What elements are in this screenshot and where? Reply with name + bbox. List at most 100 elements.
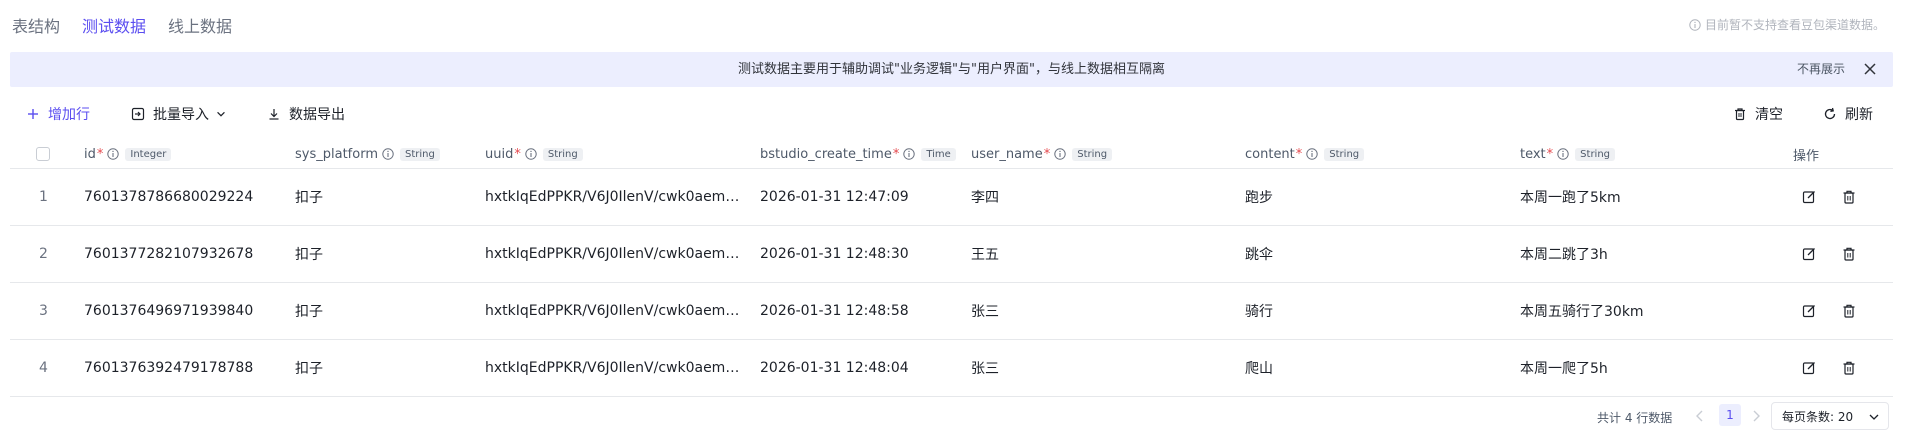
cell-uuid[interactable]: hxtkIqEdPPKR/V6J0IlenV/cwk0aem3… bbox=[485, 226, 740, 282]
cell-content[interactable]: 跑步 bbox=[1245, 169, 1273, 225]
bulk-import-button[interactable]: 批量导入 bbox=[131, 102, 227, 126]
next-page-icon[interactable] bbox=[1748, 408, 1764, 424]
column-header-content: content * String bbox=[1245, 140, 1365, 168]
column-name: text bbox=[1520, 146, 1546, 162]
column-header-text: text * String bbox=[1520, 140, 1616, 168]
tab-bar: 表结构 测试数据 线上数据 bbox=[12, 12, 232, 38]
tab-table-structure[interactable]: 表结构 bbox=[12, 13, 60, 37]
cell-sys-platform[interactable]: 扣子 bbox=[295, 169, 323, 225]
cell-sys-platform[interactable]: 扣子 bbox=[295, 283, 323, 339]
cell-text[interactable]: 本周一跑了5km bbox=[1520, 169, 1621, 225]
plus-icon bbox=[28, 109, 38, 119]
cell-sys-platform[interactable]: 扣子 bbox=[295, 340, 323, 396]
edit-icon bbox=[1802, 248, 1815, 261]
bulk-import-label: 批量导入 bbox=[153, 107, 209, 123]
cell-text[interactable]: 本周二跳了3h bbox=[1520, 226, 1608, 282]
cell-uuid[interactable]: hxtkIqEdPPKR/V6J0IlenV/cwk0aem3… bbox=[485, 340, 740, 396]
page-1-button[interactable]: 1 bbox=[1719, 404, 1741, 426]
cell-id[interactable]: 7601377282107932678 bbox=[84, 226, 253, 282]
type-badge: String bbox=[1324, 147, 1365, 161]
row-number: 1 bbox=[39, 189, 48, 205]
delete-row-button[interactable] bbox=[1841, 226, 1857, 282]
export-label: 数据导出 bbox=[289, 107, 345, 123]
edit-row-button[interactable] bbox=[1801, 283, 1817, 339]
dont-show-again-button[interactable]: 不再展示 bbox=[1797, 52, 1845, 87]
refresh-button[interactable]: 刷新 bbox=[1823, 102, 1873, 126]
column-name: uuid bbox=[485, 146, 514, 162]
cell-id[interactable]: 7601376496971939840 bbox=[84, 283, 253, 339]
column-name: id bbox=[84, 146, 96, 162]
cell-user-name[interactable]: 王五 bbox=[971, 226, 999, 282]
cell-content[interactable]: 爬山 bbox=[1245, 340, 1273, 396]
cell-content[interactable]: 跳伞 bbox=[1245, 226, 1273, 282]
column-name: bstudio_create_time bbox=[760, 146, 892, 162]
column-name: content bbox=[1245, 146, 1295, 162]
table-row[interactable]: 3 7601376496971939840 扣子 hxtkIqEdPPKR/V6… bbox=[10, 282, 1893, 339]
cell-sys-platform[interactable]: 扣子 bbox=[295, 226, 323, 282]
delete-row-button[interactable] bbox=[1841, 169, 1857, 225]
cell-text[interactable]: 本周一爬了5h bbox=[1520, 340, 1608, 396]
edit-row-button[interactable] bbox=[1801, 340, 1817, 396]
uuid-value: hxtkIqEdPPKR/V6J0IlenV/cwk0aem3… bbox=[485, 360, 740, 376]
required-mark: * bbox=[1043, 146, 1051, 162]
row-number: 2 bbox=[39, 246, 48, 262]
edit-row-button[interactable] bbox=[1801, 169, 1817, 225]
close-icon[interactable] bbox=[1863, 62, 1877, 76]
trash-icon bbox=[1843, 190, 1855, 204]
info-icon[interactable] bbox=[525, 148, 537, 160]
edit-icon bbox=[1802, 362, 1815, 375]
cell-create-time[interactable]: 2026-01-31 12:48:04 bbox=[760, 340, 909, 396]
info-icon[interactable] bbox=[1054, 148, 1066, 160]
type-badge: Integer bbox=[125, 147, 172, 161]
chevron-down-icon bbox=[1869, 414, 1879, 420]
clear-button[interactable]: 清空 bbox=[1733, 102, 1783, 126]
total-rows-text: 共计 4 行数据 bbox=[1597, 411, 1673, 425]
clear-label: 清空 bbox=[1755, 107, 1783, 123]
type-badge: String bbox=[542, 147, 583, 161]
required-mark: * bbox=[1295, 146, 1303, 162]
delete-row-button[interactable] bbox=[1841, 283, 1857, 339]
tab-online-data[interactable]: 线上数据 bbox=[168, 13, 232, 37]
info-icon[interactable] bbox=[382, 148, 394, 160]
chevron-down-icon bbox=[217, 111, 225, 117]
page-size-select[interactable]: 每页条数: 20 bbox=[1771, 402, 1889, 430]
column-header-id: id * Integer bbox=[84, 140, 172, 168]
table-row[interactable]: 4 7601376392479178788 扣子 hxtkIqEdPPKR/V6… bbox=[10, 339, 1893, 397]
tab-test-data[interactable]: 测试数据 bbox=[82, 13, 146, 37]
cell-id[interactable]: 7601376392479178788 bbox=[84, 340, 253, 396]
import-icon bbox=[131, 107, 145, 121]
cell-text[interactable]: 本周五骑行了30km bbox=[1520, 283, 1644, 339]
info-icon[interactable] bbox=[1557, 148, 1569, 160]
cell-create-time[interactable]: 2026-01-31 12:48:30 bbox=[760, 226, 909, 282]
cell-id[interactable]: 7601378786680029224 bbox=[84, 169, 253, 225]
table-row[interactable]: 2 7601377282107932678 扣子 hxtkIqEdPPKR/V6… bbox=[10, 225, 1893, 282]
cell-create-time[interactable]: 2026-01-31 12:48:58 bbox=[760, 283, 909, 339]
info-icon[interactable] bbox=[107, 148, 120, 160]
cell-user-name[interactable]: 张三 bbox=[971, 340, 999, 396]
delete-row-button[interactable] bbox=[1841, 340, 1857, 396]
export-button[interactable]: 数据导出 bbox=[267, 102, 345, 126]
data-table: id * Integer sys_platform String uuid * St… bbox=[10, 140, 1893, 397]
required-mark: * bbox=[514, 146, 521, 162]
trash-icon bbox=[1843, 247, 1855, 261]
add-row-button[interactable]: 增加行 bbox=[26, 102, 90, 126]
required-mark: * bbox=[1546, 146, 1554, 162]
edit-row-button[interactable] bbox=[1801, 226, 1817, 282]
info-icon[interactable] bbox=[1306, 148, 1318, 160]
info-banner: 测试数据主要用于辅助调试"业务逻辑"与"用户界面"，与线上数据相互隔离 不再展示 bbox=[10, 52, 1893, 87]
cell-uuid[interactable]: hxtkIqEdPPKR/V6J0IlenV/cwk0aem3… bbox=[485, 169, 740, 225]
select-all-checkbox[interactable] bbox=[36, 147, 50, 161]
top-note-text: 目前暂不支持查看豆包渠道数据。 bbox=[1704, 18, 1885, 32]
prev-page-icon[interactable] bbox=[1692, 408, 1708, 424]
edit-icon bbox=[1802, 305, 1815, 318]
cell-uuid[interactable]: hxtkIqEdPPKR/V6J0IlenV/cwk0aem3… bbox=[485, 283, 740, 339]
required-mark: * bbox=[892, 146, 900, 162]
cell-user-name[interactable]: 张三 bbox=[971, 283, 999, 339]
table-row[interactable]: 1 7601378786680029224 扣子 hxtkIqEdPPKR/V6… bbox=[10, 168, 1893, 225]
cell-content[interactable]: 骑行 bbox=[1245, 283, 1273, 339]
column-header-create-time: bstudio_create_time * Time bbox=[760, 140, 956, 168]
uuid-value: hxtkIqEdPPKR/V6J0IlenV/cwk0aem3… bbox=[485, 246, 740, 262]
info-icon[interactable] bbox=[903, 148, 916, 160]
cell-create-time[interactable]: 2026-01-31 12:47:09 bbox=[760, 169, 909, 225]
cell-user-name[interactable]: 李四 bbox=[971, 169, 999, 225]
